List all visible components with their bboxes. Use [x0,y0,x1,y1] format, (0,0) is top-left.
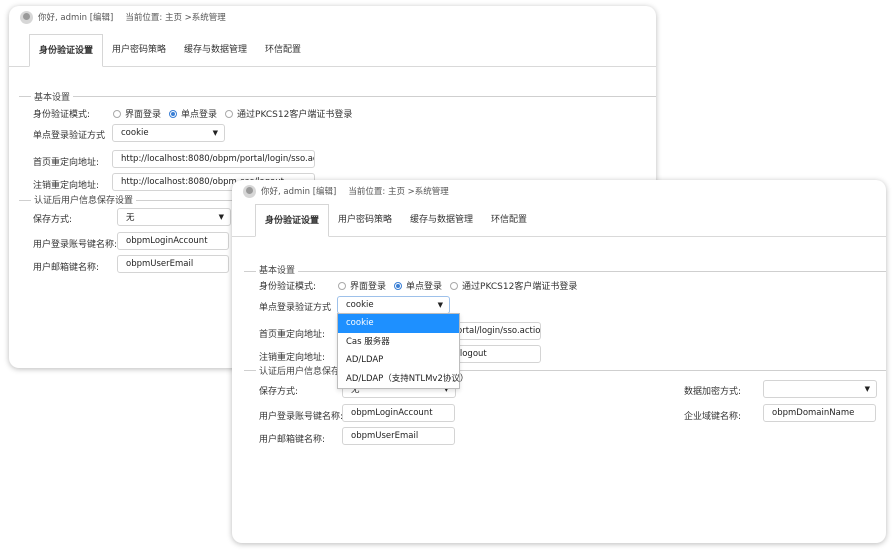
chevron-down-icon: ▼ [437,301,443,309]
sso-method-label: 单点登录验证方式 [33,131,106,141]
sso-method-select[interactable]: cookie ▼ [337,296,450,314]
auth-mode-label: 身份验证模式: [259,282,317,292]
home-redirect-input[interactable]: http://localhost:8080/obpm/portal/login/… [112,150,315,168]
basic-settings-legend: 基本设置 [256,263,299,276]
logout-redirect-label: 注销重定向地址: [259,353,326,363]
auth-mode-radio-group: 界面登录 单点登录 通过PKCS12客户端证书登录 [338,279,585,292]
encrypt-mode-label: 数据加密方式: [684,387,742,397]
save-mode-label: 保存方式: [259,387,299,397]
dropdown-option-cookie[interactable]: cookie [338,314,459,333]
top-bar: 你好, admin [编辑] 当前位置: 主页 >系统管理 [9,6,656,28]
radio-unchecked-icon [338,281,346,290]
email-key-input[interactable]: obpmUserEmail [342,427,455,445]
radio-checked-icon [394,281,403,290]
save-mode-label: 保存方式: [33,215,73,225]
user-avatar-icon[interactable] [20,10,33,24]
tab-cache-data[interactable]: 缓存与数据管理 [175,34,256,67]
tab-im-config[interactable]: 环信配置 [256,34,310,67]
section-divider [19,96,656,97]
userinfo-legend: 认证后用户信息保存设置 [31,193,137,206]
tab-password-policy[interactable]: 用户密码策略 [329,204,401,237]
account-key-input[interactable]: obpmLoginAccount [117,232,229,250]
chevron-down-icon: ▼ [218,213,224,221]
radio-pkcs12-login[interactable]: 通过PKCS12客户端证书登录 [225,107,352,120]
dropdown-option-cas[interactable]: Cas 服务器 [338,333,459,352]
radio-sso-login[interactable]: 单点登录 [169,107,217,120]
domain-key-input[interactable]: obpmDomainName [763,404,876,422]
sso-method-dropdown: cookie Cas 服务器 AD/LDAP AD/LDAP（支持NTLMv2协… [337,313,468,389]
dropdown-option-adldap-ntlmv2[interactable]: AD/LDAP（支持NTLMv2协议） [338,370,468,389]
dropdown-option-adldap[interactable]: AD/LDAP [338,351,459,370]
sso-method-select[interactable]: cookie ▼ [112,124,225,142]
sso-method-label: 单点登录验证方式 [259,303,332,313]
email-key-input[interactable]: obpmUserEmail [117,255,229,273]
tab-auth-settings[interactable]: 身份验证设置 [29,34,104,67]
radio-ui-login[interactable]: 界面登录 [113,107,161,120]
radio-pkcs12-login[interactable]: 通过PKCS12客户端证书登录 [450,279,577,292]
tab-auth-settings[interactable]: 身份验证设置 [255,204,330,237]
user-avatar-icon[interactable] [243,184,256,198]
domain-key-label: 企业域键名称: [684,412,742,422]
tab-bar: 身份验证设置 用户密码策略 缓存与数据管理 环信配置 [29,34,310,67]
logout-redirect-label: 注销重定向地址: [33,181,100,191]
radio-sso-login[interactable]: 单点登录 [394,279,442,292]
basic-settings-legend: 基本设置 [31,90,74,103]
section-divider [244,271,886,272]
chevron-down-icon: ▼ [864,385,870,393]
auth-mode-label: 身份验证模式: [33,110,91,120]
email-key-label: 用户邮箱键名称: [33,263,100,273]
encrypt-mode-select[interactable]: ▼ [763,380,877,398]
radio-ui-login[interactable]: 界面登录 [338,279,386,292]
radio-unchecked-icon [225,109,234,118]
greeting-text[interactable]: 你好, admin [编辑] [261,185,336,197]
chevron-down-icon: ▼ [212,129,218,137]
radio-unchecked-icon [113,109,121,118]
radio-unchecked-icon [450,281,459,290]
tab-password-policy[interactable]: 用户密码策略 [103,34,175,67]
greeting-text[interactable]: 你好, admin [编辑] [38,11,113,23]
home-redirect-label: 首页重定向地址: [259,330,326,340]
tab-cache-data[interactable]: 缓存与数据管理 [401,204,482,237]
radio-checked-icon [169,109,178,118]
account-key-input[interactable]: obpmLoginAccount [342,404,455,422]
breadcrumb: 当前位置: 主页 >系统管理 [125,13,226,23]
tab-bar: 身份验证设置 用户密码策略 缓存与数据管理 环信配置 [255,204,536,237]
email-key-label: 用户邮箱键名称: [259,435,326,445]
account-key-label: 用户登录账号键名称: [33,240,118,250]
save-mode-select[interactable]: 无 ▼ [117,208,231,226]
tab-im-config[interactable]: 环信配置 [482,204,536,237]
settings-window-front: 你好, admin [编辑] 当前位置: 主页 >系统管理 身份验证设置 用户密… [232,180,886,543]
breadcrumb: 当前位置: 主页 >系统管理 [348,187,449,197]
account-key-label: 用户登录账号键名称: [259,412,344,422]
auth-mode-radio-group: 界面登录 单点登录 通过PKCS12客户端证书登录 [113,107,360,120]
home-redirect-label: 首页重定向地址: [33,158,100,168]
top-bar: 你好, admin [编辑] 当前位置: 主页 >系统管理 [232,180,886,202]
